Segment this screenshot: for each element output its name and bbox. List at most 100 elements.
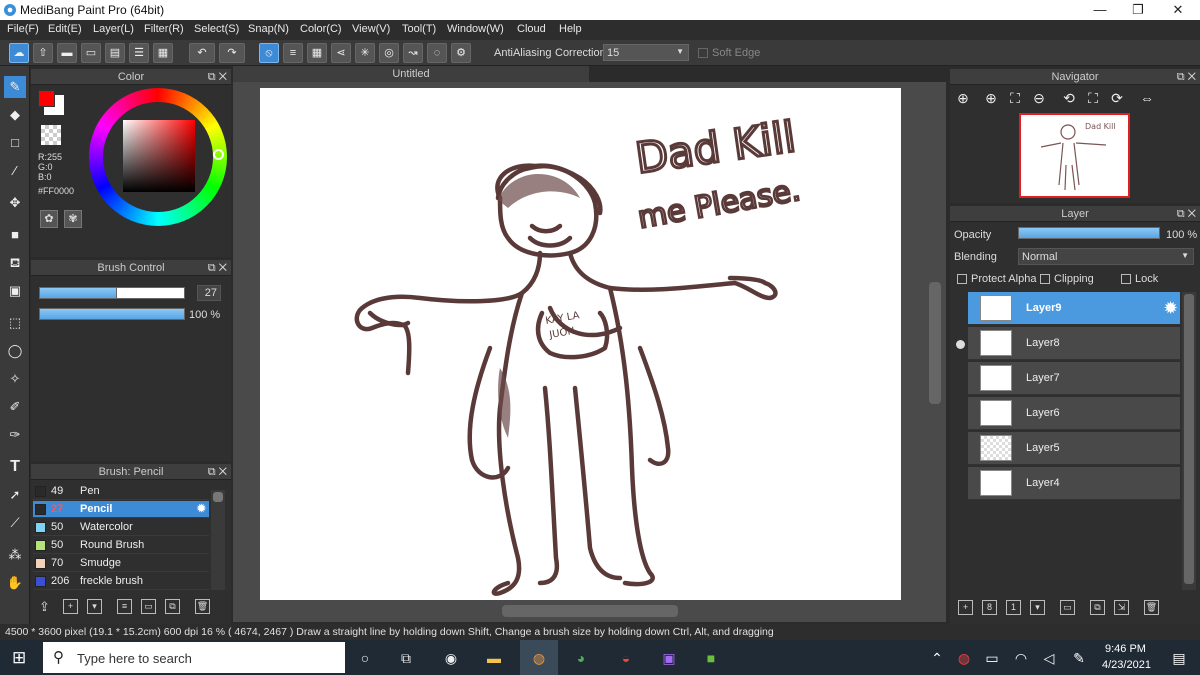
layer-row-layer6[interactable]: Layer6 (968, 397, 1180, 430)
menu-tool[interactable]: Tool(T) (402, 23, 436, 35)
canvas-horizontal-scrollbar[interactable] (502, 605, 678, 617)
menu-edit[interactable]: Edit(E) (48, 23, 82, 35)
canvas-paper[interactable]: Dad Kill me Please. KAY LA JUON (260, 88, 901, 600)
volume-icon[interactable]: ◁ (1040, 649, 1058, 667)
rectangle-tool-icon[interactable]: □ (4, 132, 26, 154)
layer-row-layer9[interactable]: Layer9 ✹ (968, 292, 1180, 325)
menu-help[interactable]: Help (559, 23, 582, 35)
menu-cloud[interactable]: Cloud (517, 23, 546, 35)
panel-close-icon[interactable]: ⧉ ✕ (208, 260, 227, 276)
settings-snap-icon[interactable]: ⚙ (451, 43, 471, 63)
clipping-checkbox[interactable] (1040, 274, 1050, 284)
rotate-left-icon[interactable]: ⟲ (1060, 89, 1078, 107)
upload-icon[interactable]: ⇧ (33, 43, 53, 63)
new-1bit-layer-icon[interactable]: 1 (1006, 600, 1021, 615)
soft-edge-checkbox[interactable] (698, 48, 708, 58)
add-layer-menu-icon[interactable]: ▾ (1030, 600, 1045, 615)
merge-layer-icon[interactable]: ⇲ (1114, 600, 1129, 615)
delete-brush-icon[interactable]: 🗑 (195, 599, 210, 614)
minimize-button[interactable]: — (1082, 0, 1118, 20)
correction-select[interactable]: 15 ▼ (603, 44, 689, 61)
gradient-tool-icon[interactable]: ▣ (4, 280, 26, 302)
brush-cloud-icon[interactable]: ⇪ (39, 599, 50, 615)
layer-visibility-icon[interactable] (956, 340, 965, 349)
select-rect-tool-icon[interactable]: ⬚ (4, 312, 26, 334)
move-tool-icon[interactable]: ✥ (4, 192, 26, 214)
panel-close-icon[interactable]: ⧉ ✕ (208, 464, 227, 480)
close-button[interactable]: ✕ (1160, 0, 1196, 20)
brush-item-pen[interactable]: 49 Pen (33, 483, 209, 500)
panel-close-icon[interactable]: ⧉ ✕ (1177, 206, 1196, 222)
panel-close-icon[interactable]: ⧉ ✕ (1177, 69, 1196, 85)
palette-icon[interactable]: ✿ (40, 210, 58, 228)
brush-add-menu-icon[interactable]: ▾ (87, 599, 102, 614)
reset-view-icon[interactable]: ⛶ (1084, 89, 1102, 107)
file-explorer-icon[interactable]: ▬ (485, 649, 503, 667)
brush-item-round-brush[interactable]: 50 Round Brush (33, 537, 209, 554)
menu-file[interactable]: File(F) (7, 23, 39, 35)
medibang-taskbar-button[interactable]: ◍ (520, 640, 558, 675)
twitch-icon[interactable]: ▣ (660, 649, 678, 667)
menu-color[interactable]: Color(C) (300, 23, 342, 35)
document-tab[interactable]: Untitled (233, 66, 589, 82)
comment-icon[interactable]: ▬ (57, 43, 77, 63)
blending-select[interactable]: Normal ▼ (1018, 248, 1194, 265)
zoom-out-icon[interactable]: ⊖ (1030, 89, 1048, 107)
fill-rect-tool-icon[interactable]: ■ (4, 224, 26, 246)
task-view-icon[interactable]: ⧉ (397, 649, 415, 667)
brush-item-pencil[interactable]: 27 Pencil ✹ (33, 501, 209, 518)
eraser-tool-icon[interactable]: ◆ (4, 104, 26, 126)
operation-tool-icon[interactable]: ➚ (4, 484, 26, 506)
brush-opacity-slider[interactable] (39, 308, 185, 320)
radial-snap-icon[interactable]: ⋖ (331, 43, 351, 63)
tray-expand-icon[interactable]: ⌃ (928, 649, 946, 667)
select-pen-tool-icon[interactable]: ✐ (4, 396, 26, 418)
zoom-in-icon[interactable]: ⊕ (954, 89, 972, 107)
layer-row-layer5[interactable]: Layer5 (968, 432, 1180, 465)
primary-color-swatch[interactable] (38, 90, 55, 107)
navigator-thumbnail[interactable]: Dad Kill (1019, 113, 1130, 198)
notifications-icon[interactable]: ▤ (1170, 649, 1188, 667)
new-halftone-layer-icon[interactable]: 8 (982, 600, 997, 615)
redo-icon[interactable]: ↷ (219, 43, 245, 63)
saturation-square[interactable] (123, 120, 195, 192)
layer-row-layer8[interactable]: Layer8 (968, 327, 1180, 360)
brush-tool-icon[interactable]: ✎ (4, 76, 26, 98)
concentric-snap-icon[interactable]: ◎ (379, 43, 399, 63)
windows-start-icon[interactable]: ⊞ (12, 648, 26, 668)
grid-icon[interactable]: ▦ (153, 43, 173, 63)
color-settings-icon[interactable]: ✾ (64, 210, 82, 228)
flip-icon[interactable]: ⇔ (1138, 89, 1156, 107)
lock-checkbox[interactable] (1121, 274, 1131, 284)
chat-icon[interactable]: ▭ (81, 43, 101, 63)
brush-item-smudge[interactable]: 70 Smudge (33, 555, 209, 572)
zoom-in-2-icon[interactable]: ⊕ (982, 89, 1000, 107)
cortana-icon[interactable]: ○ (356, 649, 374, 667)
brush-item-watercolor[interactable]: 50 Watercolor (33, 519, 209, 536)
duplicate-brush-icon[interactable]: ⧉ (165, 599, 180, 614)
cloud-icon[interactable]: ☁ (9, 43, 29, 63)
brush-list-scrollbar[interactable] (211, 490, 225, 590)
fit-icon[interactable]: ⛶ (1006, 89, 1024, 107)
minecraft-icon[interactable]: ■ (702, 649, 720, 667)
battery-icon[interactable]: ▭ (983, 649, 1001, 667)
layer-row-layer7[interactable]: Layer7 (968, 362, 1180, 395)
maximize-button[interactable]: ❐ (1120, 0, 1156, 20)
menu-filter[interactable]: Filter(R) (144, 23, 184, 35)
bucket-tool-icon[interactable]: ⛾ (4, 252, 26, 274)
wifi-icon[interactable]: ◠ (1012, 649, 1030, 667)
menu-layer[interactable]: Layer(L) (93, 23, 134, 35)
new-brush-icon[interactable]: + (63, 599, 78, 614)
layer-row-layer4[interactable]: Layer4 (968, 467, 1180, 500)
hand-tool-icon[interactable]: ✋ (4, 572, 26, 594)
magic-wand-tool-icon[interactable]: ✧ (4, 368, 26, 390)
tray-app-icon[interactable]: ◍ (955, 649, 973, 667)
protect-alpha-checkbox[interactable] (957, 274, 967, 284)
dot-brush-tool-icon[interactable]: ⁄ (4, 160, 26, 182)
hue-handle[interactable] (213, 149, 224, 160)
taskbar-search-box[interactable]: ⚲ Type here to search (43, 642, 345, 673)
menu-window[interactable]: Window(W) (447, 23, 504, 35)
gear-icon[interactable]: ✹ (197, 501, 206, 518)
radial-burst-icon[interactable]: ✳ (355, 43, 375, 63)
rotate-right-icon[interactable]: ⟳ (1108, 89, 1126, 107)
